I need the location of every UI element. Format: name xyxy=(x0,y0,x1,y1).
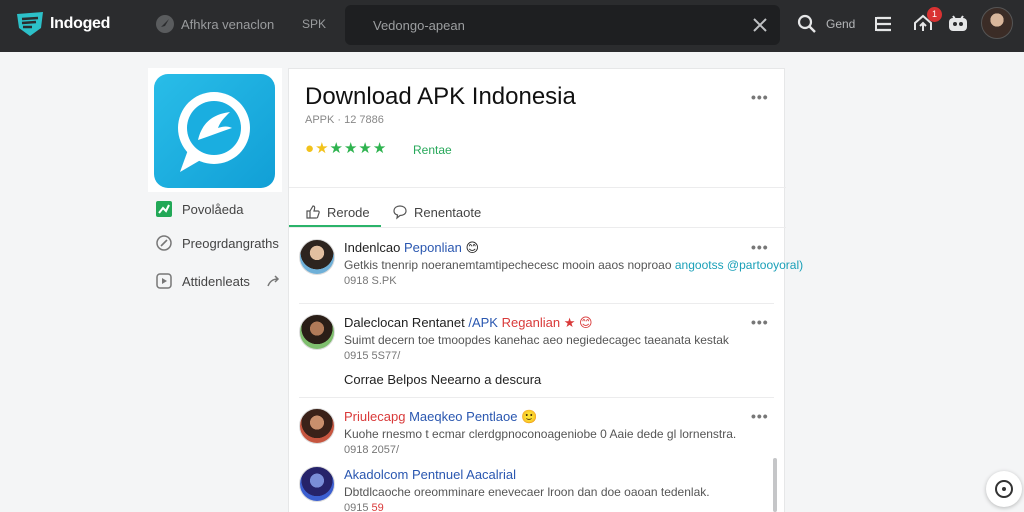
sidebar-item-povolaeda[interactable]: Povolåeda xyxy=(156,199,243,219)
thumbs-up-icon xyxy=(306,205,320,219)
comment-time: 0915 59 xyxy=(344,502,384,512)
comment-item: Indenlcao Peponlian 😊 Getkis tnenrip noe… xyxy=(299,239,803,299)
search-icon[interactable] xyxy=(795,12,819,36)
divider xyxy=(289,187,786,188)
user-label[interactable]: Gend xyxy=(826,17,855,31)
comment-text: Dbtdlcaoche oreomminare enevecaer lroon … xyxy=(344,485,710,499)
notification-badge: 1 xyxy=(927,7,942,22)
tab-label: Renentaote xyxy=(414,204,482,220)
compass-icon xyxy=(156,235,172,251)
floating-action-button[interactable] xyxy=(986,471,1022,507)
nav-tag[interactable]: SPK xyxy=(302,17,326,31)
avatar[interactable] xyxy=(299,314,335,350)
sidebar-item-attidenleats[interactable]: Attidenleats xyxy=(156,271,292,291)
tab-label: Rerode xyxy=(327,204,370,220)
star-rating: ● ★ ★ ★ ★ ★ xyxy=(305,141,387,157)
star-icon: ★ xyxy=(329,140,343,157)
sidebar-item-label: Povolåeda xyxy=(182,201,244,217)
comment-author[interactable]: Daleclocan Rentanet /APK Reganlian ★ 😊 xyxy=(344,315,593,331)
brand-name[interactable]: Indoged xyxy=(50,15,110,33)
share-icon[interactable] xyxy=(266,273,282,289)
avatar[interactable] xyxy=(299,239,335,275)
star-icon: ★ xyxy=(315,140,329,157)
game-controller-icon[interactable] xyxy=(946,12,970,36)
chat-bubble-icon xyxy=(393,205,407,220)
page-title: Download APK Indonesia xyxy=(305,83,576,110)
app-detail-card: Download APK Indonesia APPK · 12 7886 ● … xyxy=(288,68,803,512)
circle-icon xyxy=(995,480,1013,498)
comment-author[interactable]: Akadolcom Pentnuel Aacalrial xyxy=(344,467,516,482)
star-icon: ★ xyxy=(358,140,372,157)
search-input[interactable] xyxy=(373,15,743,35)
chart-icon xyxy=(156,201,172,217)
more-options-icon[interactable]: ••• xyxy=(751,89,769,105)
divider xyxy=(299,303,774,304)
comment-author[interactable]: Priulecapg Maeqkeo Pentlaoe 🙂 xyxy=(344,409,537,425)
tab-renentaote[interactable]: Renentaote xyxy=(392,197,481,227)
comment-time: 0918 S.PK xyxy=(344,275,397,287)
search-bar[interactable] xyxy=(345,5,780,45)
comment-quote: Corrae Belpos Neearno a descura xyxy=(344,372,542,387)
comment-item: Daleclocan Rentanet /APK Reganlian ★ 😊 S… xyxy=(299,314,774,394)
sidebar-item-label: Preogrdangraths xyxy=(182,235,279,251)
avatar[interactable] xyxy=(299,466,335,502)
sidebar-item-label: Attidenleats xyxy=(182,273,250,289)
comment-text: Kuohe rnesmo t ecmar clerdgpnoconoagenio… xyxy=(344,427,737,441)
more-options-icon[interactable]: ••• xyxy=(751,314,769,330)
divider xyxy=(299,397,774,398)
avatar[interactable] xyxy=(299,408,335,444)
menu-icon[interactable] xyxy=(872,12,896,36)
sidebar-item-preogrdangraths[interactable]: Preogrdangraths xyxy=(156,233,279,253)
comment-item: Akadolcom Pentnuel Aacalrial Dbtdlcaoche… xyxy=(299,466,774,512)
star-icon: ★ xyxy=(372,140,387,157)
user-avatar[interactable] xyxy=(981,7,1013,39)
app-meta: APPK · 12 7886 xyxy=(305,114,384,126)
app-icon-card xyxy=(148,68,282,192)
top-bar: Indoged Afhkra venaclon SPK Gend 1 xyxy=(0,0,1024,52)
comment-time: 0918 2057/ xyxy=(344,444,400,456)
comment-text: Suimt decern toe tmoopdes kanehac aeo ne… xyxy=(344,333,729,347)
play-icon xyxy=(156,273,172,289)
comment-time: 0915 5S77/ xyxy=(344,350,401,362)
comment-text: Getkis tnenrip noeranemtamtipechecesc mo… xyxy=(344,258,804,272)
star-icon: ● xyxy=(305,140,315,157)
scrollbar[interactable] xyxy=(773,458,777,512)
star-icon: ★ xyxy=(343,140,358,157)
nav-link[interactable]: Afhkra venaclon xyxy=(181,17,274,32)
more-options-icon[interactable]: ••• xyxy=(751,408,769,424)
more-options-icon[interactable]: ••• xyxy=(751,239,769,255)
comment-author[interactable]: Indenlcao Peponlian 😊 xyxy=(344,240,479,256)
app-icon xyxy=(154,74,275,188)
rating-label[interactable]: Rentae xyxy=(413,143,452,157)
divider xyxy=(289,227,786,228)
close-icon[interactable] xyxy=(749,14,771,36)
tab-rerode[interactable]: Rerode xyxy=(305,197,370,227)
app-logo-icon[interactable] xyxy=(14,8,46,40)
comment-item: Priulecapg Maeqkeo Pentlaoe 🙂 Kuohe rnes… xyxy=(299,408,774,458)
compass-nav-icon[interactable] xyxy=(154,13,176,35)
chat-logo-icon xyxy=(178,92,250,172)
